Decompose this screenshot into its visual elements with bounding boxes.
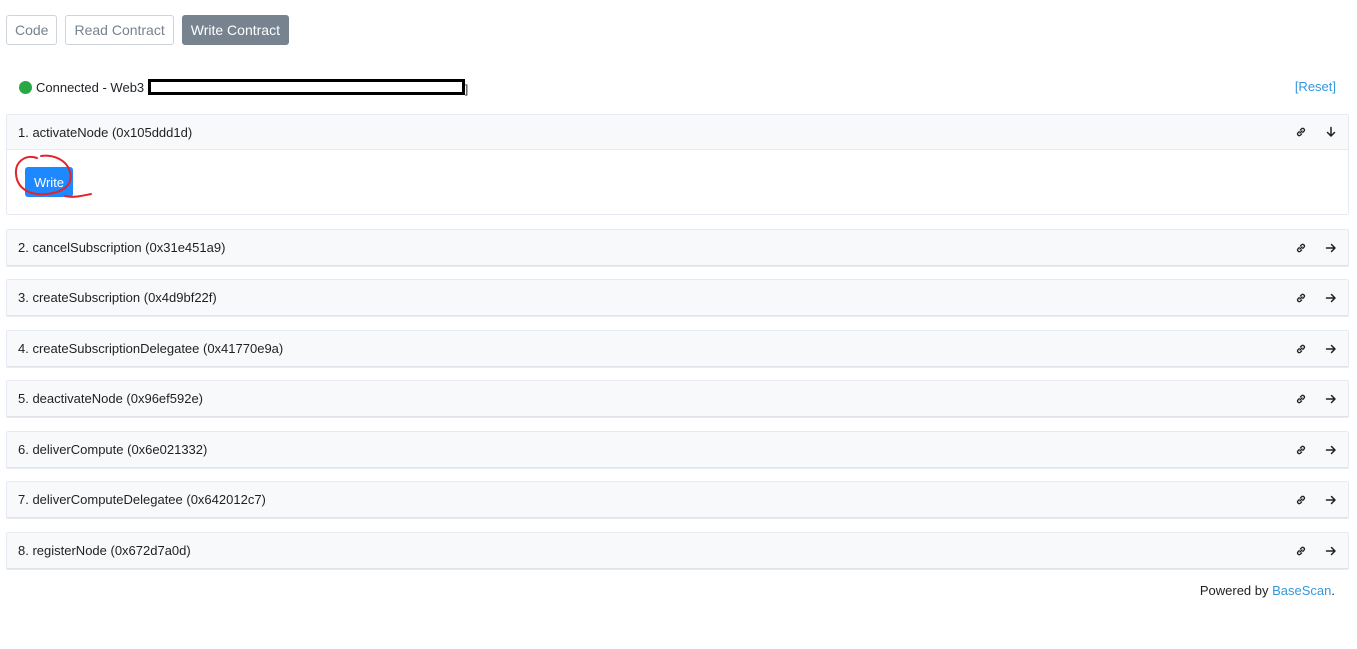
footer-prefix: Powered by	[1199, 583, 1273, 598]
redacted-address: ]	[148, 79, 469, 96]
arrow-right-icon[interactable]	[1325, 343, 1337, 355]
footer-suffix: .	[1331, 583, 1335, 598]
function-body-1: Write	[7, 150, 1348, 214]
arrow-right-icon[interactable]	[1325, 292, 1337, 304]
arrow-right-icon[interactable]	[1325, 545, 1337, 557]
function-card-1: 1. activateNode (0x105ddd1d) Write	[6, 114, 1349, 215]
function-title: 8. registerNode (0x672d7a0d)	[18, 543, 191, 558]
basescan-link[interactable]: BaseScan	[1272, 583, 1331, 598]
function-header-1[interactable]: 1. activateNode (0x105ddd1d)	[7, 115, 1348, 150]
function-header-6[interactable]: 6. deliverCompute (0x6e021332)	[7, 432, 1348, 468]
link-icon[interactable]	[1295, 242, 1307, 254]
link-icon[interactable]	[1295, 545, 1307, 557]
connected-dot-icon	[19, 80, 32, 94]
function-card-7: 7. deliverComputeDelegatee (0x642012c7)	[6, 481, 1349, 519]
link-icon[interactable]	[1295, 343, 1307, 355]
function-card-6: 6. deliverCompute (0x6e021332)	[6, 431, 1349, 469]
function-title: 2. cancelSubscription (0x31e451a9)	[18, 240, 226, 255]
link-icon[interactable]	[1295, 126, 1307, 138]
function-title: 4. createSubscriptionDelegatee (0x41770e…	[18, 341, 284, 356]
powered-by-footer: Powered by BaseScan.	[1200, 583, 1335, 598]
arrow-right-icon[interactable]	[1325, 444, 1337, 456]
function-title: 5. deactivateNode (0x96ef592e)	[18, 391, 204, 406]
function-card-2: 2. cancelSubscription (0x31e451a9)	[6, 229, 1349, 267]
tab-code[interactable]: Code	[6, 15, 58, 45]
function-title: 6. deliverCompute (0x6e021332)	[18, 442, 208, 457]
function-card-8: 8. registerNode (0x672d7a0d)	[6, 532, 1349, 570]
link-icon[interactable]	[1295, 494, 1307, 506]
write-contract-page: Code Read Contract Write Contract Connec…	[0, 0, 1357, 649]
arrow-right-icon[interactable]	[1325, 242, 1337, 254]
function-title: 7. deliverComputeDelegatee (0x642012c7)	[18, 492, 266, 507]
function-header-7[interactable]: 7. deliverComputeDelegatee (0x642012c7)	[7, 482, 1348, 518]
arrow-right-icon[interactable]	[1325, 494, 1337, 506]
function-header-4[interactable]: 4. createSubscriptionDelegatee (0x41770e…	[7, 331, 1348, 367]
function-header-2[interactable]: 2. cancelSubscription (0x31e451a9)	[7, 230, 1348, 266]
link-icon[interactable]	[1295, 292, 1307, 304]
function-header-3[interactable]: 3. createSubscription (0x4d9bf22f)	[7, 280, 1348, 316]
function-header-8[interactable]: 8. registerNode (0x672d7a0d)	[7, 533, 1348, 569]
function-card-5: 5. deactivateNode (0x96ef592e)	[6, 380, 1349, 418]
reset-link[interactable]: [Reset]	[1295, 79, 1336, 94]
link-icon[interactable]	[1295, 393, 1307, 405]
write-button[interactable]: Write	[25, 167, 73, 197]
function-header-5[interactable]: 5. deactivateNode (0x96ef592e)	[7, 381, 1348, 417]
address-bracket: ]	[464, 82, 469, 96]
arrow-right-icon[interactable]	[1325, 393, 1337, 405]
connection-status-text: Connected - Web3	[36, 79, 145, 95]
arrow-down-icon[interactable]	[1325, 126, 1337, 138]
function-card-3: 3. createSubscription (0x4d9bf22f)	[6, 279, 1349, 317]
link-icon[interactable]	[1295, 444, 1307, 456]
function-card-4: 4. createSubscriptionDelegatee (0x41770e…	[6, 330, 1349, 368]
function-title: 3. createSubscription (0x4d9bf22f)	[18, 290, 217, 305]
function-title: 1. activateNode (0x105ddd1d)	[18, 124, 193, 140]
tab-read-contract[interactable]: Read Contract	[65, 15, 174, 45]
tab-write-contract[interactable]: Write Contract	[181, 15, 289, 45]
tab-bar: Code Read Contract Write Contract	[6, 15, 289, 45]
connection-status: Connected - Web3 ]	[19, 77, 469, 97]
